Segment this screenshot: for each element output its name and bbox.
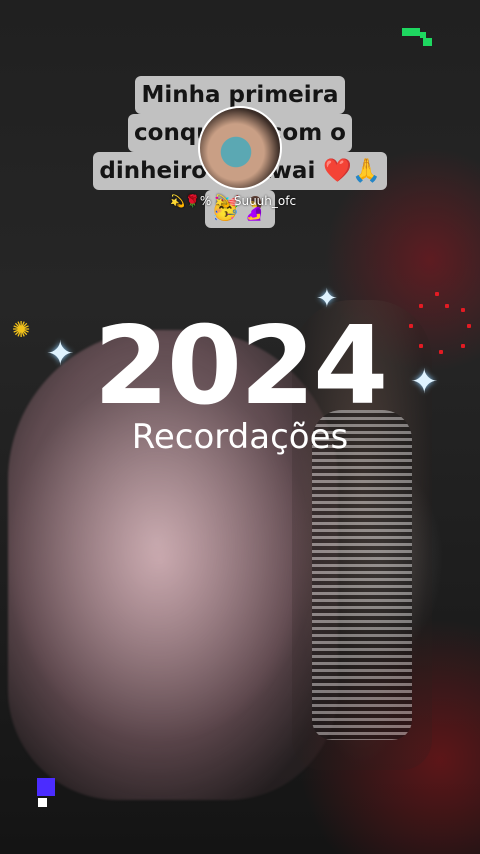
- recap-subtitle: Recordações: [131, 417, 349, 457]
- corner-white-block: [38, 798, 47, 807]
- username-label[interactable]: 💫🌹% 💫 Suuuh_ofc: [170, 194, 296, 208]
- avatar[interactable]: [198, 106, 282, 190]
- corner-purple-block: [37, 778, 55, 796]
- pixel-logo-icon: [402, 28, 434, 48]
